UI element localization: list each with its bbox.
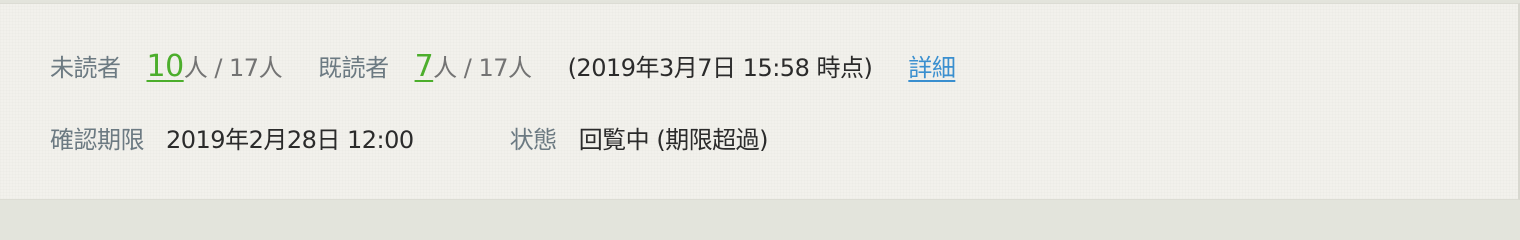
read-label: 既読者 xyxy=(318,54,389,82)
read-status-row: 未読者 10 人 / 17人 既読者 7 人 / 17人 (2019年3月7日 … xyxy=(50,48,956,88)
read-status-panel: 未読者 10 人 / 17人 既読者 7 人 / 17人 (2019年3月7日 … xyxy=(0,3,1520,200)
status-value: 回覧中 (期限超過) xyxy=(578,126,769,154)
read-total: 人 / 17人 xyxy=(433,54,532,82)
status-label: 状態 xyxy=(509,126,558,154)
unread-label: 未読者 xyxy=(50,54,121,82)
deadline-value: 2019年2月28日 12:00 xyxy=(166,126,414,154)
read-count-link[interactable]: 7 xyxy=(415,49,434,84)
details-link[interactable]: 詳細 xyxy=(908,48,956,83)
unread-count-link[interactable]: 10 xyxy=(147,49,185,84)
unread-total: 人 / 17人 xyxy=(183,54,283,82)
as-of-timestamp: (2019年3月7日 15:58 時点) xyxy=(567,54,873,82)
deadline-label: 確認期限 xyxy=(50,126,145,154)
deadline-status-row: 確認期限 2019年2月28日 12:00 状態 回覧中 (期限超過) xyxy=(50,120,769,160)
